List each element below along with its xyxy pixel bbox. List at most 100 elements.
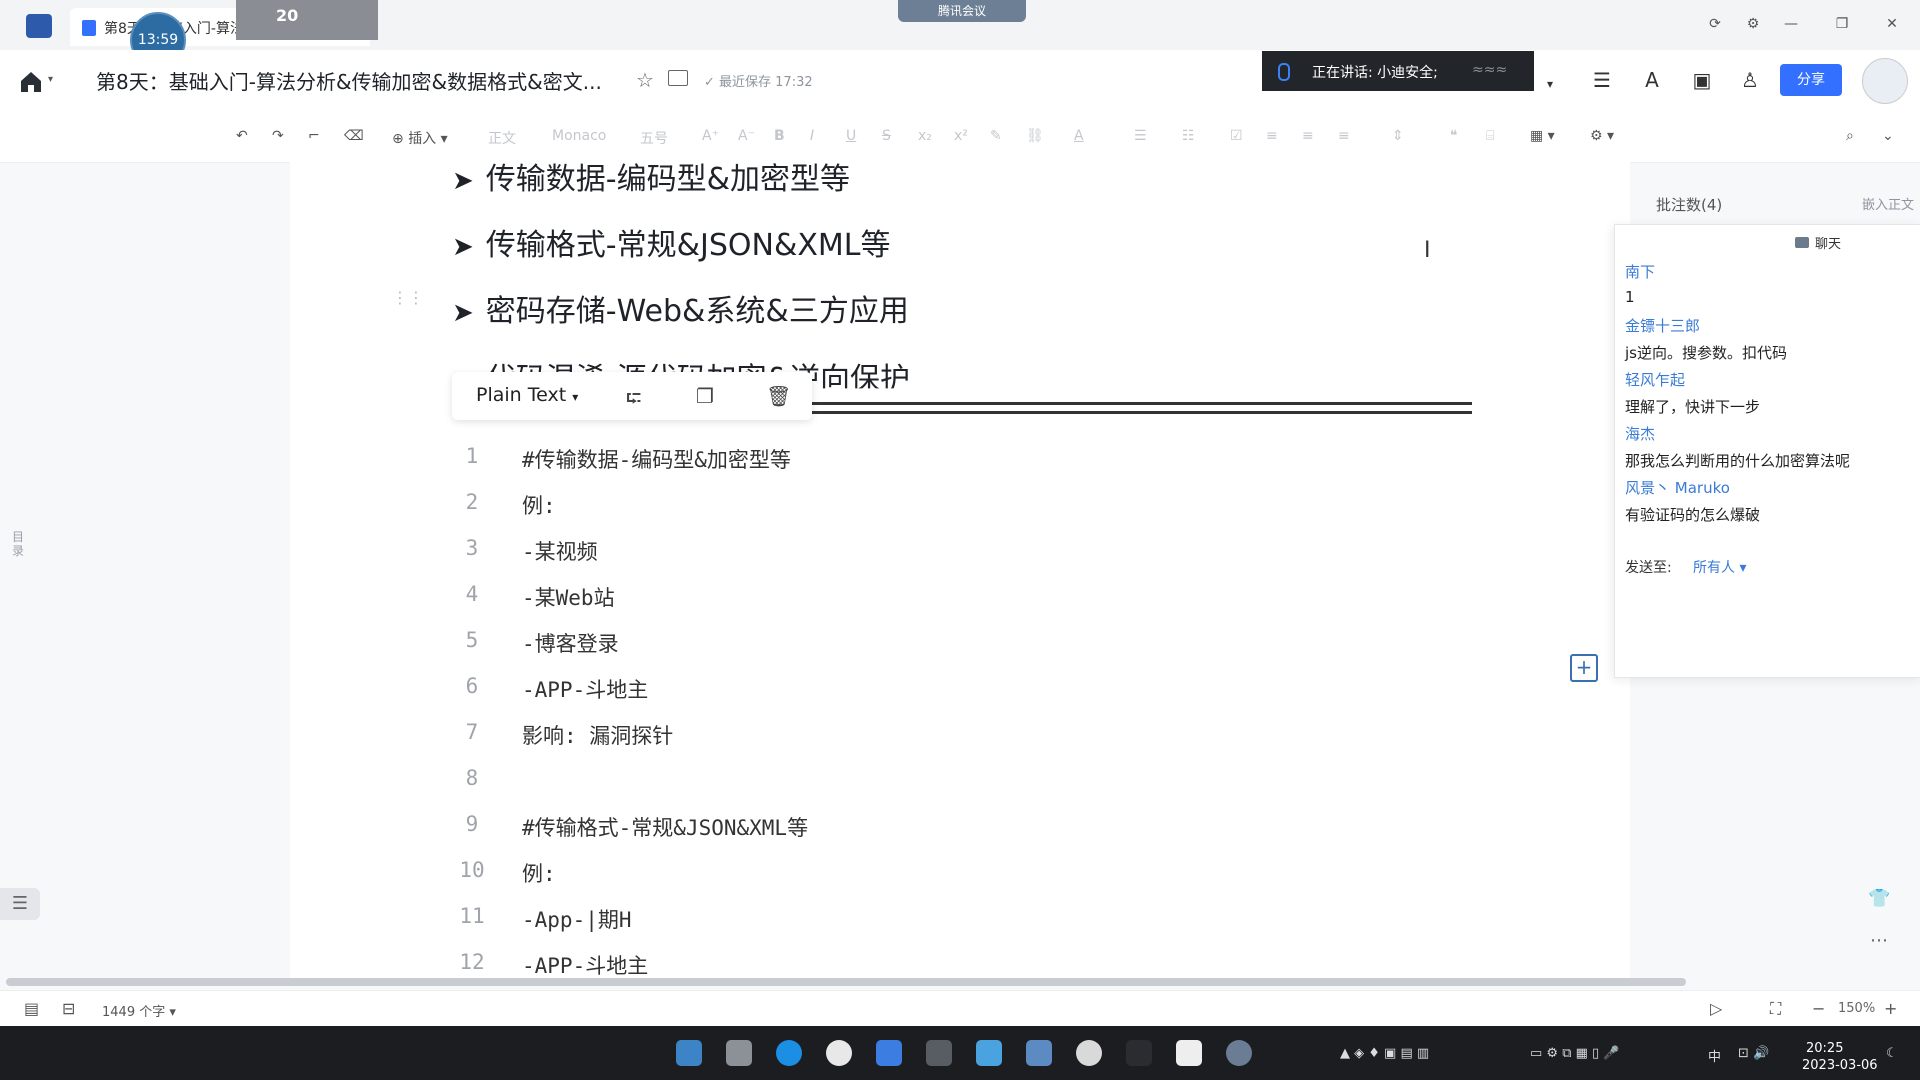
font-size-select[interactable]: 五号: [640, 128, 668, 148]
home-icon[interactable]: [18, 70, 44, 94]
clock-date[interactable]: 2023-03-06: [1802, 1058, 1878, 1073]
increase-font-icon[interactable]: A⁺: [702, 128, 719, 144]
font-family-select[interactable]: Monaco: [552, 128, 606, 144]
code-block-icon[interactable]: ⌸: [1486, 128, 1494, 144]
tray-system-icons[interactable]: ▭ ⚙ ⧉ ▦ ▯ 🎤: [1530, 1046, 1620, 1061]
heading-transfer-format[interactable]: ➤ 传输格式-常规&JSON&XML等: [452, 220, 891, 264]
fullscreen-icon[interactable]: ⛶: [1770, 999, 1781, 1019]
collapse-toolbar-icon[interactable]: ⌄: [1882, 128, 1894, 144]
zoom-in-icon[interactable]: +: [1884, 999, 1897, 1018]
refresh-icon[interactable]: ⟳: [1705, 14, 1725, 34]
meeting-app-icon[interactable]: [976, 1040, 1002, 1066]
drag-handle-icon[interactable]: ⋮⋮: [392, 290, 424, 306]
outline-toggle-icon[interactable]: ☰: [0, 888, 40, 920]
send-to-label: 发送至:: [1625, 560, 1672, 576]
font-color-icon[interactable]: A: [1074, 128, 1084, 144]
strikethrough-icon[interactable]: S: [882, 128, 891, 144]
chat-message: 理解了，快讲下一步: [1625, 398, 1761, 416]
superscript-icon[interactable]: x²: [954, 128, 968, 144]
redo-icon[interactable]: ↷: [272, 128, 284, 144]
taskbar-app-icon[interactable]: [676, 1040, 702, 1066]
clear-format-icon[interactable]: ⌫: [344, 128, 364, 144]
table-icon[interactable]: ▦ ▾: [1530, 128, 1555, 144]
copy-icon[interactable]: ❐: [696, 384, 714, 408]
word-count[interactable]: 1449 个字 ▾: [102, 1001, 176, 1020]
close-icon[interactable]: ✕: [1882, 14, 1902, 34]
meeting-banner[interactable]: 腾讯会议: [898, 0, 1026, 22]
plugin-icon[interactable]: ⚙ ▾: [1590, 128, 1614, 144]
meeting-mini-window[interactable]: 20: [236, 0, 378, 40]
delete-icon[interactable]: 🗑: [766, 384, 791, 408]
home-dropdown-icon[interactable]: ▾: [48, 74, 53, 85]
align-center-icon[interactable]: ≡: [1302, 128, 1314, 144]
speaking-dropdown-icon[interactable]: ▾: [1538, 72, 1562, 96]
paragraph-style-select[interactable]: 正文: [488, 128, 516, 148]
notification-icon[interactable]: ☾: [1886, 1046, 1898, 1061]
app-logo-icon[interactable]: [26, 14, 52, 38]
chrome-icon[interactable]: [826, 1040, 852, 1066]
user-avatar[interactable]: [1862, 58, 1908, 104]
layout-icon[interactable]: ⊟: [62, 999, 75, 1018]
tray-icons[interactable]: ▲ ◈ ♦ ▣ ▤ ▥: [1340, 1046, 1429, 1061]
horizontal-scrollbar[interactable]: [6, 978, 1686, 986]
align-right-icon[interactable]: ≡: [1338, 128, 1350, 144]
doc-info-icon[interactable]: ▤: [24, 999, 39, 1018]
settings-app-icon[interactable]: [1226, 1040, 1252, 1066]
zoom-out-icon[interactable]: −: [1812, 999, 1825, 1018]
network-volume-icons[interactable]: ⊡ 🔊: [1738, 1046, 1769, 1061]
insert-button[interactable]: ⊕ 插入 ▾: [392, 128, 448, 148]
format-painter-icon[interactable]: ⌐: [308, 128, 320, 144]
menu-icon[interactable]: ☰: [1590, 68, 1614, 92]
more-icon[interactable]: ⋯: [1870, 930, 1888, 951]
code-language-select[interactable]: Plain Text ▾: [476, 384, 578, 406]
numbered-list-icon[interactable]: ☷: [1182, 128, 1195, 144]
ime-indicator[interactable]: 中: [1708, 1046, 1721, 1065]
send-target-select[interactable]: 所有人 ▾: [1693, 557, 1746, 577]
align-left-icon[interactable]: ≡: [1266, 128, 1278, 144]
share-button[interactable]: 分享: [1780, 64, 1842, 96]
taskbar-app-icon[interactable]: [1176, 1040, 1202, 1066]
undo-icon[interactable]: ↶: [236, 128, 248, 144]
edge-icon[interactable]: [776, 1040, 802, 1066]
decrease-font-icon[interactable]: A⁻: [738, 128, 755, 144]
taskbar-app-icon[interactable]: [926, 1040, 952, 1066]
font-size-icon[interactable]: A: [1640, 68, 1664, 92]
italic-icon[interactable]: I: [810, 128, 814, 144]
document-title[interactable]: 第8天：基础入门-算法分析&传输加密&数据格式&密文...: [96, 66, 602, 95]
search-icon[interactable]: ⌕: [1846, 128, 1854, 144]
wrap-lines-icon[interactable]: ⮓: [626, 384, 641, 418]
taskbar-app-icon[interactable]: [1026, 1040, 1052, 1066]
quote-icon[interactable]: ❝: [1450, 128, 1458, 144]
heading-transfer-data[interactable]: ➤ 传输数据-编码型&加密型等: [452, 154, 850, 198]
play-icon[interactable]: ▷: [1710, 999, 1722, 1018]
participant-count: 20: [276, 6, 299, 25]
zoom-level[interactable]: 150%: [1838, 1001, 1875, 1016]
add-comment-icon[interactable]: +: [1570, 654, 1598, 682]
highlight-icon[interactable]: ✎: [990, 128, 1002, 144]
docs-app-icon[interactable]: [876, 1040, 902, 1066]
shirt-icon[interactable]: 👕: [1868, 888, 1890, 909]
taskbar-app-icon[interactable]: [726, 1040, 752, 1066]
taskbar-app-icon[interactable]: [1126, 1040, 1152, 1066]
clock-time[interactable]: 20:25: [1806, 1041, 1843, 1056]
star-icon[interactable]: ☆: [636, 68, 654, 92]
comments-count[interactable]: 批注数(4): [1656, 194, 1722, 215]
present-icon[interactable]: ▣: [1690, 68, 1714, 92]
embed-label[interactable]: 嵌入正文: [1862, 194, 1914, 213]
move-to-folder-icon[interactable]: [668, 70, 688, 86]
link-icon[interactable]: ⛓: [1026, 128, 1044, 144]
checkbox-list-icon[interactable]: ☑: [1230, 128, 1243, 144]
subscript-icon[interactable]: x₂: [918, 128, 932, 144]
settings-icon[interactable]: ⚙: [1743, 14, 1763, 34]
collaborator-icon[interactable]: ♙: [1738, 68, 1762, 92]
bold-icon[interactable]: B: [774, 128, 785, 144]
underline-icon[interactable]: U: [846, 128, 856, 144]
taskbar-app-icon[interactable]: [1076, 1040, 1102, 1066]
outline-label[interactable]: 目录: [12, 530, 26, 558]
line-spacing-icon[interactable]: ⇕: [1392, 128, 1404, 144]
minimize-icon[interactable]: —: [1781, 14, 1801, 34]
code-block[interactable]: 1 #传输数据-编码型&加密型等 2 例: 3 -某视频 4 -某Web站 5 -博客登录…: [452, 444, 1472, 984]
bullet-list-icon[interactable]: ☰: [1134, 128, 1147, 144]
heading-password-storage[interactable]: ➤ 密码存储-Web&系统&三方应用: [452, 286, 909, 330]
restore-icon[interactable]: ❐: [1832, 14, 1852, 34]
